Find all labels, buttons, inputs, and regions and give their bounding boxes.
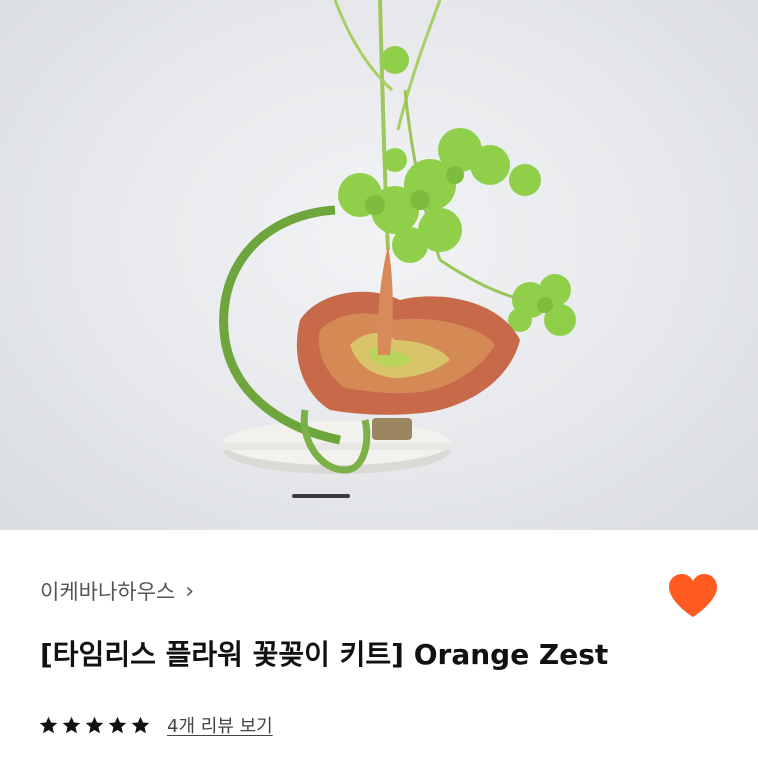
star-icon	[108, 716, 127, 733]
favorite-button[interactable]	[667, 573, 719, 619]
product-info: 이케바나하우스 › [타임리스 플라워 꽃꽂이 키트] Orange Zest …	[0, 530, 758, 758]
chevron-right-icon: ›	[185, 578, 195, 604]
rating-row: 4개 리뷰 보기	[38, 712, 273, 738]
star-rating	[38, 715, 151, 736]
star-icon	[62, 716, 81, 733]
star-icon	[39, 716, 58, 733]
flower-arrangement-illustration	[219, 0, 576, 474]
product-image[interactable]	[0, 0, 758, 530]
star-icon	[85, 716, 104, 733]
star-icon	[131, 716, 150, 733]
brand-name: 이케바나하우스	[40, 580, 176, 604]
review-link[interactable]: 4개 리뷰 보기	[167, 712, 273, 738]
product-title: [타임리스 플라워 꽃꽂이 키트] Orange Zest	[40, 638, 609, 671]
carousel-indicator	[292, 494, 350, 498]
heart-icon	[669, 574, 717, 617]
brand-link[interactable]: 이케바나하우스 ›	[40, 576, 194, 606]
